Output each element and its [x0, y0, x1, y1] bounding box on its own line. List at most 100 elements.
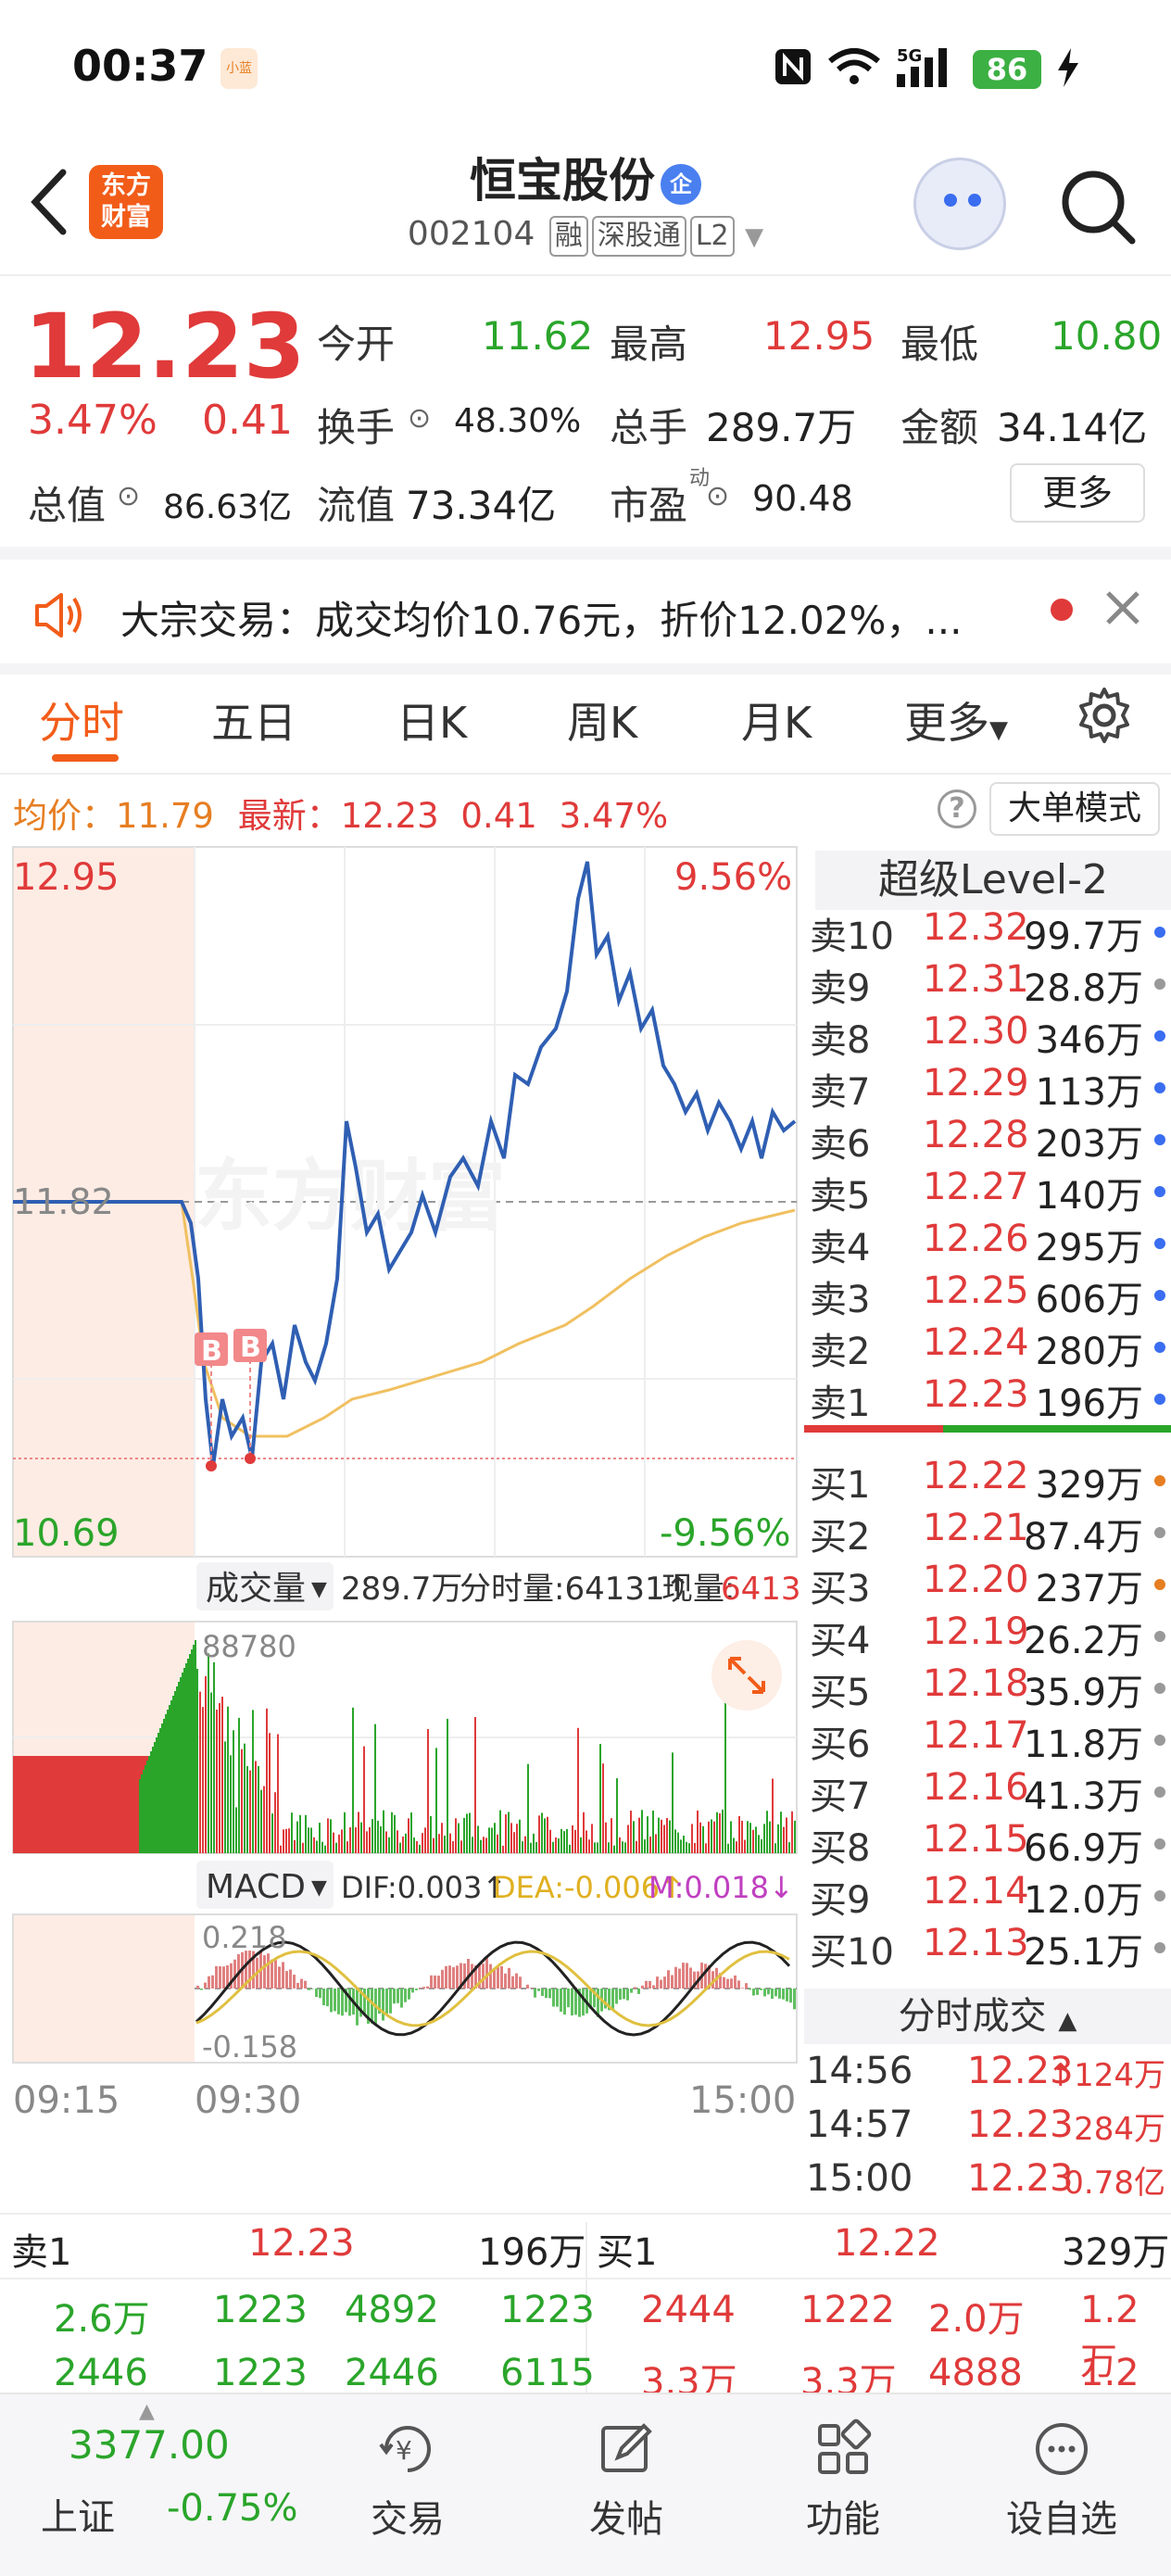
volume-bar: [736, 1841, 737, 1853]
macd-bar: [271, 1959, 273, 1989]
volume-bar: [680, 1839, 682, 1853]
search-button[interactable]: [1056, 165, 1140, 248]
volume-bar: [672, 1752, 674, 1853]
nav-post[interactable]: 发帖: [552, 2418, 700, 2543]
intraday-chart[interactable]: 东方财富 B B 12.95 11.82 10.69 9.56% -9.56% …: [0, 843, 802, 2215]
ask-level-row[interactable]: 卖8 12.30 346万: [804, 1010, 1171, 1062]
volume-bar: [538, 1815, 540, 1853]
macd-bar: [630, 1989, 633, 1993]
macd-bar: [741, 1988, 744, 1989]
bid-level-label: 买8: [810, 1827, 871, 1870]
volume-bar: [599, 1744, 601, 1853]
block-trade-notice[interactable]: 大宗交易：成交均价10.76元，折价12.02%，...: [0, 560, 1171, 669]
volume-bar: [349, 1827, 351, 1853]
tab-monthly-k[interactable]: 月K: [741, 689, 812, 751]
bid-level-row[interactable]: 买8 12.15 66.9万: [804, 1818, 1171, 1870]
tick-volume: 284万: [1074, 2111, 1165, 2148]
ask-level-row[interactable]: 卖1 12.23 196万: [804, 1373, 1171, 1425]
close-button[interactable]: [1102, 587, 1143, 632]
ask-level-row[interactable]: 卖6 12.28 203万: [804, 1114, 1171, 1166]
info-icon[interactable]: ⊙: [117, 480, 140, 512]
macd-bar: [489, 1964, 492, 1989]
ask-level-price: 12.30: [923, 1010, 1029, 1053]
ask-level-price: 12.25: [923, 1269, 1029, 1312]
nav-trade[interactable]: ¥ 交易: [334, 2418, 482, 2543]
macd-bar: [426, 1986, 429, 1989]
bid-level-row[interactable]: 买4 12.19 26.2万: [804, 1610, 1171, 1662]
volume-bar: [641, 1810, 643, 1853]
volume-bar: [574, 1829, 576, 1853]
tick-trades-header[interactable]: 分时成交 ▲: [804, 1989, 1171, 2044]
tab-five-day[interactable]: 五日: [211, 689, 296, 751]
more-button[interactable]: 更多: [1010, 463, 1145, 523]
queue-cell: 1.2万: [1080, 2352, 1140, 2393]
bid-level-row[interactable]: 买6 12.17 11.8万: [804, 1714, 1171, 1766]
level-dot: [1154, 1631, 1165, 1642]
ask-level-row[interactable]: 卖7 12.29 113万: [804, 1062, 1171, 1114]
nav-functions[interactable]: 功能: [769, 2418, 917, 2543]
bid-level-row[interactable]: 买7 12.16 41.3万: [804, 1766, 1171, 1818]
volume-bar: [452, 1841, 454, 1853]
volume-bar: [319, 1823, 321, 1853]
ask-level-row[interactable]: 卖10 12.32 99.7万: [804, 906, 1171, 958]
bid-level-row[interactable]: 买9 12.14 12.0万: [804, 1870, 1171, 1922]
macd-bar: [623, 1989, 625, 2000]
order-book-title[interactable]: 超级Level-2: [815, 851, 1171, 910]
volume-bar: [566, 1828, 568, 1853]
bid-level-volume: 66.9万: [1023, 1827, 1143, 1870]
bid-level-row[interactable]: 买5 12.18 35.9万: [804, 1662, 1171, 1714]
info-icon[interactable]: ⊙: [706, 480, 729, 512]
y-low-label: 10.69: [13, 1512, 120, 1555]
bid-level-row[interactable]: 买10 12.13 25.1万: [804, 1922, 1171, 1974]
volume-bar: [227, 1706, 229, 1853]
volume-bar: [288, 1828, 290, 1853]
tab-weekly-k[interactable]: 周K: [567, 689, 637, 751]
tab-intraday[interactable]: 分时: [39, 689, 124, 751]
volume-bar: [708, 1821, 710, 1853]
y-high-label: 12.95: [13, 856, 120, 899]
active-tab-indicator: [52, 754, 119, 762]
ask-level-row[interactable]: 卖2 12.24 280万: [804, 1321, 1171, 1373]
ask-level-row[interactable]: 卖3 12.25 606万: [804, 1269, 1171, 1321]
nav-add-watchlist[interactable]: 设自选: [988, 2418, 1136, 2543]
ask-level-row[interactable]: 卖9 12.31 28.8万: [804, 958, 1171, 1010]
volume-bar: [569, 1844, 571, 1853]
ask-level-volume: 99.7万: [1023, 915, 1143, 958]
volume-bar: [244, 1743, 246, 1853]
ask-level-row[interactable]: 卖4 12.26 295万: [804, 1218, 1171, 1269]
help-icon[interactable]: ?: [938, 789, 976, 828]
volume-bar: [145, 1765, 146, 1853]
assistant-avatar[interactable]: [913, 158, 1006, 250]
big-order-mode-button[interactable]: 大单模式: [989, 782, 1160, 836]
bid-level-row[interactable]: 买1 12.22 329万: [804, 1455, 1171, 1507]
macd-bar: [678, 1968, 681, 1989]
volume-bar: [549, 1829, 551, 1853]
tag-margin: 融: [548, 216, 588, 257]
volume-bar: [369, 1826, 371, 1853]
index-ticker[interactable]: 3377.00 ▲ 上证 -0.75%: [0, 2394, 315, 2576]
volume-bar: [663, 1825, 665, 1853]
tab-more[interactable]: 更多▼: [904, 689, 1008, 751]
tab-daily-k[interactable]: 日K: [397, 689, 467, 751]
volume-bar: [189, 1654, 191, 1853]
volume-bar: [252, 1710, 254, 1853]
bid-level-row[interactable]: 买2 12.21 87.4万: [804, 1507, 1171, 1559]
sell-queue-row: 2446 1223 2446 6115 3.3万 3.3万 4888 1.2万: [0, 2352, 1171, 2393]
volume-bar: [586, 1830, 587, 1853]
float-cap-value: 73.34亿: [406, 483, 557, 528]
level-dot: [1154, 1735, 1165, 1746]
ask-level-row[interactable]: 卖5 12.27 140万: [804, 1166, 1171, 1218]
chart-settings-button[interactable]: [1075, 686, 1134, 749]
latest-value: 12.23: [340, 796, 439, 836]
ask-level-volume: 113万: [1035, 1071, 1143, 1114]
info-icon[interactable]: ⊙: [408, 402, 431, 435]
current-price: 12.23: [24, 295, 306, 398]
bid-level-row[interactable]: 买3 12.20 237万: [804, 1559, 1171, 1610]
volume-bar: [530, 1842, 532, 1853]
pct-low-label: -9.56%: [660, 1512, 791, 1555]
ask-level-price: 12.32: [923, 906, 1029, 949]
volume-bar: [143, 1770, 145, 1853]
volume-bar: [474, 1716, 476, 1853]
volume-bar: [139, 1779, 141, 1853]
macd-bar: [774, 1989, 777, 1997]
